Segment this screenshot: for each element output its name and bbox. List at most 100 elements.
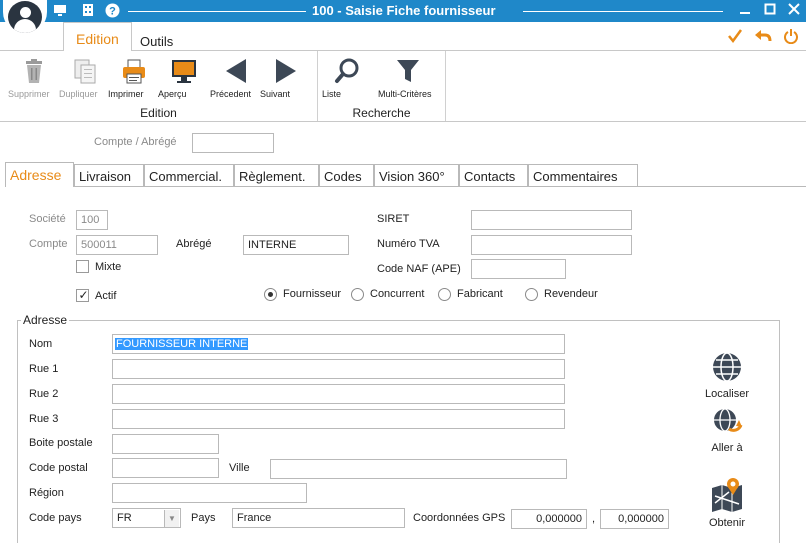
rue3-input[interactable] (112, 409, 565, 429)
compte-label: Compte (29, 238, 68, 250)
gps-label: Coordonnées GPS (413, 512, 506, 524)
abrege-label: Abrégé (176, 238, 212, 250)
societe-input[interactable]: 100 (76, 210, 108, 230)
gps-latitude-input[interactable]: 0,000000 (511, 509, 587, 529)
mixte-checkbox[interactable] (76, 260, 89, 273)
user-icon (8, 1, 42, 33)
chevron-down-icon[interactable]: ▼ (164, 510, 179, 527)
actif-checkbox[interactable]: ✓ (76, 288, 89, 302)
ville-label: Ville (229, 462, 250, 474)
suivant-button[interactable]: Suivant (260, 57, 312, 105)
nom-input[interactable]: FOURNISSEUR INTERNE (112, 334, 565, 354)
siret-label: SIRET (377, 213, 410, 225)
minimize-button[interactable] (737, 2, 753, 20)
ribbon-group-recherche: Liste Multi-Critères Recherche (318, 51, 446, 121)
ribbon: Supprimer Dupliquer Imprimer Aperçu Préc… (0, 50, 806, 122)
cp-label: Code postal (29, 462, 88, 474)
map-pin-icon (712, 478, 742, 512)
radio-fabricant-label: Fabricant (457, 288, 503, 300)
preview-monitor-icon (170, 57, 198, 85)
ribbon-group-edition: Supprimer Dupliquer Imprimer Aperçu Préc… (0, 51, 318, 121)
apercu-button[interactable]: Aperçu (158, 57, 210, 105)
undo-icon[interactable] (754, 28, 772, 49)
radio-fournisseur-label: Fournisseur (283, 288, 342, 300)
window-title: 100 - Saisie Fiche fournisseur (312, 3, 496, 18)
tab-commentaires[interactable]: Commentaires (528, 164, 638, 187)
film-icon[interactable] (80, 3, 96, 19)
rue1-input[interactable] (112, 359, 565, 379)
ribbon-tab-outils[interactable]: Outils (140, 34, 173, 49)
trash-icon (20, 57, 48, 85)
supprimer-button[interactable]: Supprimer (8, 57, 60, 105)
validate-check-icon[interactable] (726, 28, 744, 49)
multi-criteres-button[interactable]: Multi-Critères (378, 57, 438, 105)
compte-abrege-input[interactable] (192, 133, 274, 153)
rue2-input[interactable] (112, 384, 565, 404)
monitor-icon[interactable] (52, 3, 68, 19)
magnifier-icon (334, 57, 362, 85)
tva-label: Numéro TVA (377, 238, 440, 250)
region-label: Région (29, 487, 64, 499)
tab-adresse[interactable]: Adresse (5, 162, 74, 187)
localiser-button[interactable]: Localiser (697, 351, 757, 400)
maximize-button[interactable] (762, 2, 778, 20)
radio-fournisseur[interactable] (264, 288, 277, 301)
ribbon-tab-strip: Edition Outils (0, 22, 806, 51)
compte-abrege-label: Compte / Abrégé (94, 136, 177, 148)
pays-label: Pays (191, 512, 216, 524)
title-bar: ? 100 - Saisie Fiche fournisseur (0, 0, 806, 34)
naf-input[interactable] (471, 259, 566, 279)
region-input[interactable] (112, 483, 307, 503)
gps-longitude-input[interactable]: 0,000000 (600, 509, 669, 529)
rue1-label: Rue 1 (29, 363, 59, 375)
ribbon-group-edition-label: Edition (140, 106, 177, 120)
nom-value: FOURNISSEUR INTERNE (115, 338, 249, 350)
bp-label: Boite postale (29, 437, 93, 449)
tab-codes[interactable]: Codes (319, 164, 374, 187)
tab-commercial[interactable]: Commercial. (144, 164, 234, 187)
globe-refresh-icon (714, 408, 743, 432)
checkmark-icon: ✓ (78, 288, 89, 302)
ribbon-tab-edition[interactable]: Edition (63, 22, 132, 51)
tab-contacts[interactable]: Contacts (459, 164, 528, 187)
gps-separator: , (592, 513, 596, 525)
radio-fabricant[interactable] (438, 288, 451, 301)
rue3-label: Rue 3 (29, 413, 59, 425)
siret-input[interactable] (471, 210, 632, 230)
cp-input[interactable] (112, 458, 219, 478)
code-pays-select[interactable]: FR ▼ (112, 508, 181, 528)
nom-label: Nom (29, 338, 53, 350)
liste-button[interactable]: Liste (322, 57, 374, 105)
printer-icon (120, 57, 148, 85)
filter-funnel-icon (394, 57, 422, 85)
bp-input[interactable] (112, 434, 219, 454)
actif-label: Actif (95, 290, 117, 302)
aller-a-button[interactable]: Aller à (697, 407, 757, 454)
pays-input[interactable]: France (232, 508, 405, 528)
arrow-left-icon (222, 57, 250, 85)
svg-text:?: ? (109, 6, 116, 18)
ville-input[interactable] (270, 459, 567, 479)
obtenir-button[interactable]: Obtenir (697, 476, 757, 529)
precedent-button[interactable]: Précedent (210, 57, 262, 105)
duplicate-icon (71, 57, 99, 85)
arrow-right-icon (272, 57, 300, 85)
code-pays-label: Code pays (29, 512, 82, 524)
mixte-label: Mixte (95, 261, 122, 273)
compte-input[interactable]: 500011 (76, 235, 158, 255)
radio-concurrent[interactable] (351, 288, 364, 301)
tva-input[interactable] (471, 235, 632, 255)
tab-livraison[interactable]: Livraison (74, 164, 144, 187)
dupliquer-button[interactable]: Dupliquer (59, 57, 111, 105)
abrege-input[interactable]: INTERNE (243, 235, 349, 255)
globe-icon (713, 352, 741, 382)
help-icon[interactable]: ? (104, 3, 120, 19)
imprimer-button[interactable]: Imprimer (108, 57, 160, 105)
close-button[interactable] (786, 2, 802, 20)
radio-concurrent-label: Concurrent (370, 288, 425, 300)
tab-reglement[interactable]: Règlement. (234, 164, 319, 187)
radio-revendeur[interactable] (525, 288, 538, 301)
power-icon[interactable] (782, 28, 800, 49)
tab-vision-360[interactable]: Vision 360° (374, 164, 459, 187)
address-group-title: Adresse (21, 313, 70, 327)
